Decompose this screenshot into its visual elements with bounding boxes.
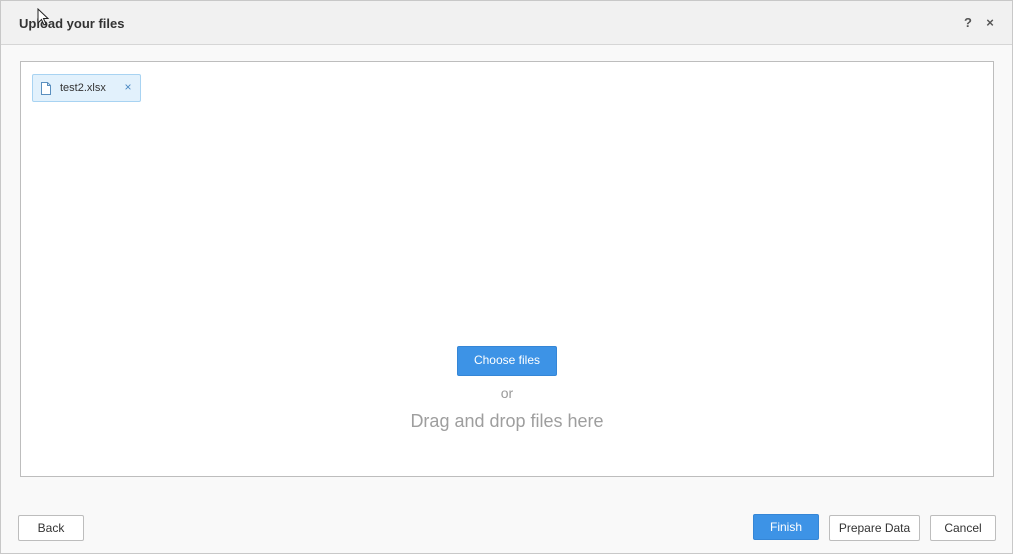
mouse-pointer-icon bbox=[37, 8, 50, 26]
file-chip: test2.xlsx × bbox=[32, 74, 141, 102]
file-dropzone[interactable]: test2.xlsx × Choose files or Drag and dr… bbox=[20, 61, 994, 477]
cancel-button[interactable]: Cancel bbox=[930, 515, 996, 541]
remove-file-button[interactable]: × bbox=[121, 79, 135, 95]
upload-dialog: Upload your files ? × test2.xlsx × Choos… bbox=[0, 0, 1013, 554]
back-button[interactable]: Back bbox=[18, 515, 84, 541]
help-button[interactable]: ? bbox=[961, 15, 975, 31]
close-button[interactable]: × bbox=[983, 15, 997, 31]
dialog-title: Upload your files bbox=[19, 16, 125, 31]
or-label: or bbox=[500, 385, 514, 401]
file-name: test2.xlsx bbox=[60, 82, 106, 94]
dialog-titlebar: Upload your files ? × bbox=[1, 1, 1012, 45]
file-icon bbox=[41, 82, 51, 95]
prepare-data-button[interactable]: Prepare Data bbox=[829, 515, 920, 541]
choose-files-button[interactable]: Choose files bbox=[457, 346, 557, 376]
drag-drop-hint: Drag and drop files here bbox=[410, 411, 604, 431]
finish-button[interactable]: Finish bbox=[753, 514, 819, 540]
